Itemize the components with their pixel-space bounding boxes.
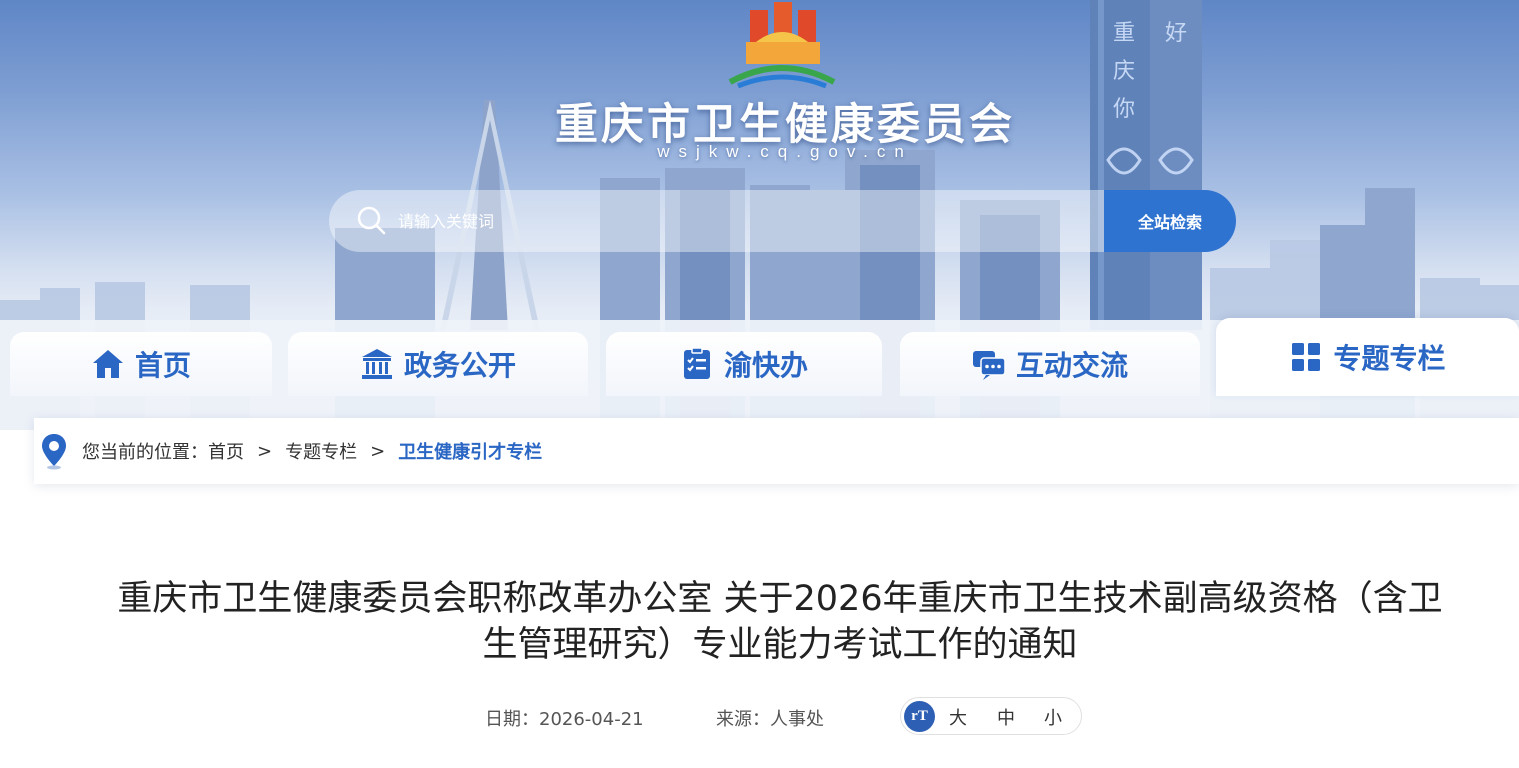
article-source: 来源：人事处 <box>716 709 824 730</box>
government-building-icon <box>361 349 392 379</box>
svg-text:你: 你 <box>1113 97 1135 122</box>
svg-text:庆: 庆 <box>1113 59 1135 84</box>
svg-text:好: 好 <box>1165 21 1187 46</box>
nav-tab-government-affairs[interactable]: 政务公开 <box>288 332 588 396</box>
breadcrumb-link-current[interactable]: 卫生健康引才专栏 <box>398 438 542 464</box>
font-size-large-button[interactable]: 大 <box>949 704 967 730</box>
nav-tab-label: 互动交流 <box>1015 349 1128 382</box>
location-pin-icon <box>42 434 66 470</box>
grid-squares-icon <box>1292 343 1321 371</box>
search-input[interactable] <box>398 206 1088 236</box>
main-navigation: 首页 政务公开 渝快办 互动交流 专题专栏 <box>0 318 1519 398</box>
article-title-line-1: 重庆市卫生健康委员会职称改革办公室 关于2026年重庆市卫生技术副高级资格（含卫 <box>117 579 1443 619</box>
breadcrumb-link-special-topics[interactable]: 专题专栏 <box>285 438 357 464</box>
logo-icon <box>728 2 836 88</box>
article-title-line-2: 生管理研究）专业能力考试工作的通知 <box>482 625 1078 665</box>
nav-tab-yukuaiban[interactable]: 渝快办 <box>606 332 882 396</box>
font-size-control: rT 大 中 小 <box>900 697 1082 735</box>
search-icon <box>357 206 386 235</box>
article-title: 重庆市卫生健康委员会职称改革办公室 关于2026年重庆市卫生技术副高级资格（含卫… <box>60 576 1500 668</box>
breadcrumb-link-home[interactable]: 首页 <box>208 438 244 464</box>
svg-text:重: 重 <box>1113 21 1135 46</box>
nav-tab-label: 渝快办 <box>723 349 808 382</box>
nav-tab-home[interactable]: 首页 <box>10 332 272 396</box>
font-size-icon: rT <box>904 701 935 732</box>
nav-tab-special-topics[interactable]: 专题专栏 <box>1216 318 1519 396</box>
breadcrumb-separator: > <box>370 440 386 462</box>
article-date: 日期：2026-04-21 <box>485 709 644 730</box>
font-size-small-button[interactable]: 小 <box>1044 704 1062 730</box>
nav-tab-label: 专题专栏 <box>1333 342 1446 375</box>
chat-bubbles-icon <box>972 351 1006 380</box>
breadcrumb-prefix: 您当前的位置： <box>82 442 208 463</box>
search-button[interactable]: 全站检索 <box>1104 190 1236 252</box>
breadcrumb: 您当前的位置： 首页 > 专题专栏 > 卫生健康引才专栏 <box>34 418 1519 484</box>
site-domain: wsjkw.cq.gov.cn <box>657 142 913 161</box>
nav-tab-interaction[interactable]: 互动交流 <box>900 332 1200 396</box>
home-icon <box>92 350 123 378</box>
nav-tab-label: 政务公开 <box>403 349 516 382</box>
font-size-medium-button[interactable]: 中 <box>997 704 1015 730</box>
nav-tab-label: 首页 <box>134 349 191 382</box>
checklist-icon <box>683 347 710 379</box>
breadcrumb-separator: > <box>257 440 273 462</box>
